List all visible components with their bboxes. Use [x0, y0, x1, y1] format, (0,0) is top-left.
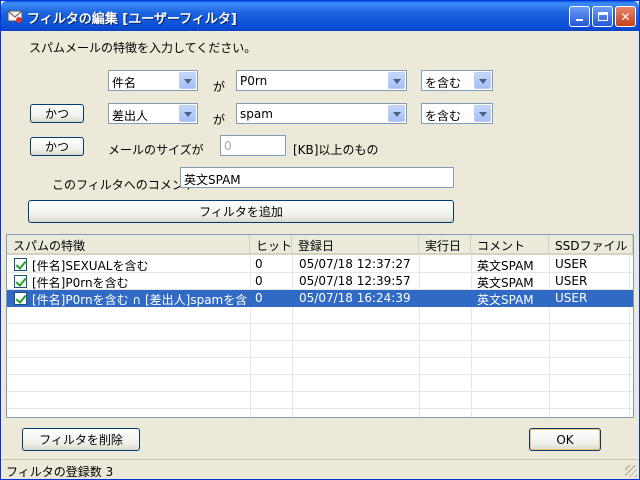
table-row[interactable]: [件名]SEXUALを含む 0 05/07/18 12:37:27 英文SPAM…: [7, 256, 633, 273]
filter-count-status: フィルタの登録数 3: [6, 465, 114, 479]
comment-input-value: 英文SPAM: [184, 173, 241, 187]
cell-date: 05/07/18 12:39:57: [299, 274, 411, 288]
column-header-hits[interactable]: ヒット: [250, 235, 292, 253]
field-select-1[interactable]: 件名: [108, 70, 198, 91]
ga-label-1: が: [213, 80, 226, 94]
cell-date: 05/07/18 16:24:39: [299, 291, 411, 305]
chevron-down-icon[interactable]: [179, 72, 196, 89]
window-title: フィルタの編集 [ユーザーフィルタ]: [27, 12, 237, 27]
value-combo-1[interactable]: P0rn: [236, 70, 407, 91]
and-button-2[interactable]: かつ: [30, 137, 84, 156]
chevron-down-icon[interactable]: [474, 105, 491, 122]
list-header: スパムの特徴 ヒット 登録日 実行日 コメント SSDファイル: [7, 235, 633, 255]
column-header-ssd[interactable]: SSDファイル: [549, 235, 633, 253]
instruction-text: スパムメールの特徴を入力してください。: [29, 41, 257, 55]
table-row[interactable]: [件名]P0rnを含む 0 05/07/18 12:39:57 英文SPAM U…: [7, 273, 633, 290]
add-filter-button[interactable]: フィルタを追加: [28, 200, 454, 223]
cell-feature: [件名]P0rnを含む: [32, 276, 129, 290]
ok-button[interactable]: OK: [529, 428, 601, 451]
chevron-down-icon[interactable]: [388, 105, 405, 122]
minimize-button[interactable]: [569, 6, 590, 27]
column-header-exec[interactable]: 実行日: [419, 235, 471, 253]
cell-comment: 英文SPAM: [477, 293, 534, 307]
size-input-value: 0: [224, 139, 232, 153]
row-checkbox[interactable]: [14, 258, 27, 271]
column-header-date[interactable]: 登録日: [292, 235, 419, 253]
cell-feature: [件名]P0rnを含む ∩ [差出人]spamを含む: [32, 293, 248, 307]
filter-edit-window: フィルタの編集 [ユーザーフィルタ] ✕ スパムメールの特徴を入力してください。…: [0, 0, 640, 480]
minimize-icon: [576, 19, 583, 21]
field-select-1-value: 件名: [112, 76, 137, 90]
operator-select-1-value: を含む: [425, 76, 462, 90]
delete-filter-button[interactable]: フィルタを削除: [22, 428, 140, 451]
comment-label: このフィルタへのコメント: [52, 178, 196, 192]
column-header-comment[interactable]: コメント: [471, 235, 549, 253]
maximize-icon: [597, 12, 608, 21]
and-button-1[interactable]: かつ: [30, 104, 84, 123]
app-icon: [7, 10, 23, 23]
cell-hits: 0: [255, 291, 263, 305]
size-label: メールのサイズが: [108, 143, 204, 157]
operator-select-2-value: を含む: [425, 109, 462, 123]
cell-ssd: USER: [555, 257, 588, 271]
row-checkbox[interactable]: [14, 275, 27, 288]
filter-list[interactable]: スパムの特徴 ヒット 登録日 実行日 コメント SSDファイル [件名]SEXU…: [6, 234, 634, 418]
field-select-2[interactable]: 差出人: [108, 103, 198, 124]
cell-ssd: USER: [555, 291, 588, 305]
maximize-button[interactable]: [592, 6, 613, 27]
table-row-selected[interactable]: [件名]P0rnを含む ∩ [差出人]spamを含む 0 05/07/18 16…: [7, 290, 633, 307]
value-combo-2[interactable]: spam: [236, 103, 407, 124]
close-icon: ✕: [620, 9, 631, 24]
cell-hits: 0: [255, 274, 263, 288]
cell-ssd: USER: [555, 274, 588, 288]
size-suffix-label: [KB]以上のもの: [293, 143, 379, 157]
cell-date: 05/07/18 12:37:27: [299, 257, 411, 271]
cell-hits: 0: [255, 257, 263, 271]
row-checkbox[interactable]: [14, 292, 27, 305]
cell-feature: [件名]SEXUALを含む: [32, 259, 149, 273]
value-combo-1-text: P0rn: [240, 74, 268, 88]
size-input[interactable]: 0: [220, 135, 286, 156]
operator-select-1[interactable]: を含む: [421, 70, 493, 91]
comment-input[interactable]: 英文SPAM: [180, 167, 454, 188]
status-bar: フィルタの登録数 3: [1, 459, 639, 479]
chevron-down-icon[interactable]: [474, 72, 491, 89]
chevron-down-icon[interactable]: [179, 105, 196, 122]
cell-comment: 英文SPAM: [477, 259, 534, 273]
chevron-down-icon[interactable]: [388, 72, 405, 89]
close-button[interactable]: ✕: [615, 6, 636, 27]
title-bar[interactable]: フィルタの編集 [ユーザーフィルタ] ✕: [1, 1, 639, 31]
cell-comment: 英文SPAM: [477, 276, 534, 290]
column-header-feature[interactable]: スパムの特徴: [7, 235, 250, 253]
field-select-2-value: 差出人: [112, 109, 149, 123]
ga-label-2: が: [213, 113, 226, 127]
value-combo-2-text: spam: [240, 107, 273, 121]
resize-grip-icon[interactable]: [625, 465, 637, 477]
operator-select-2[interactable]: を含む: [421, 103, 493, 124]
